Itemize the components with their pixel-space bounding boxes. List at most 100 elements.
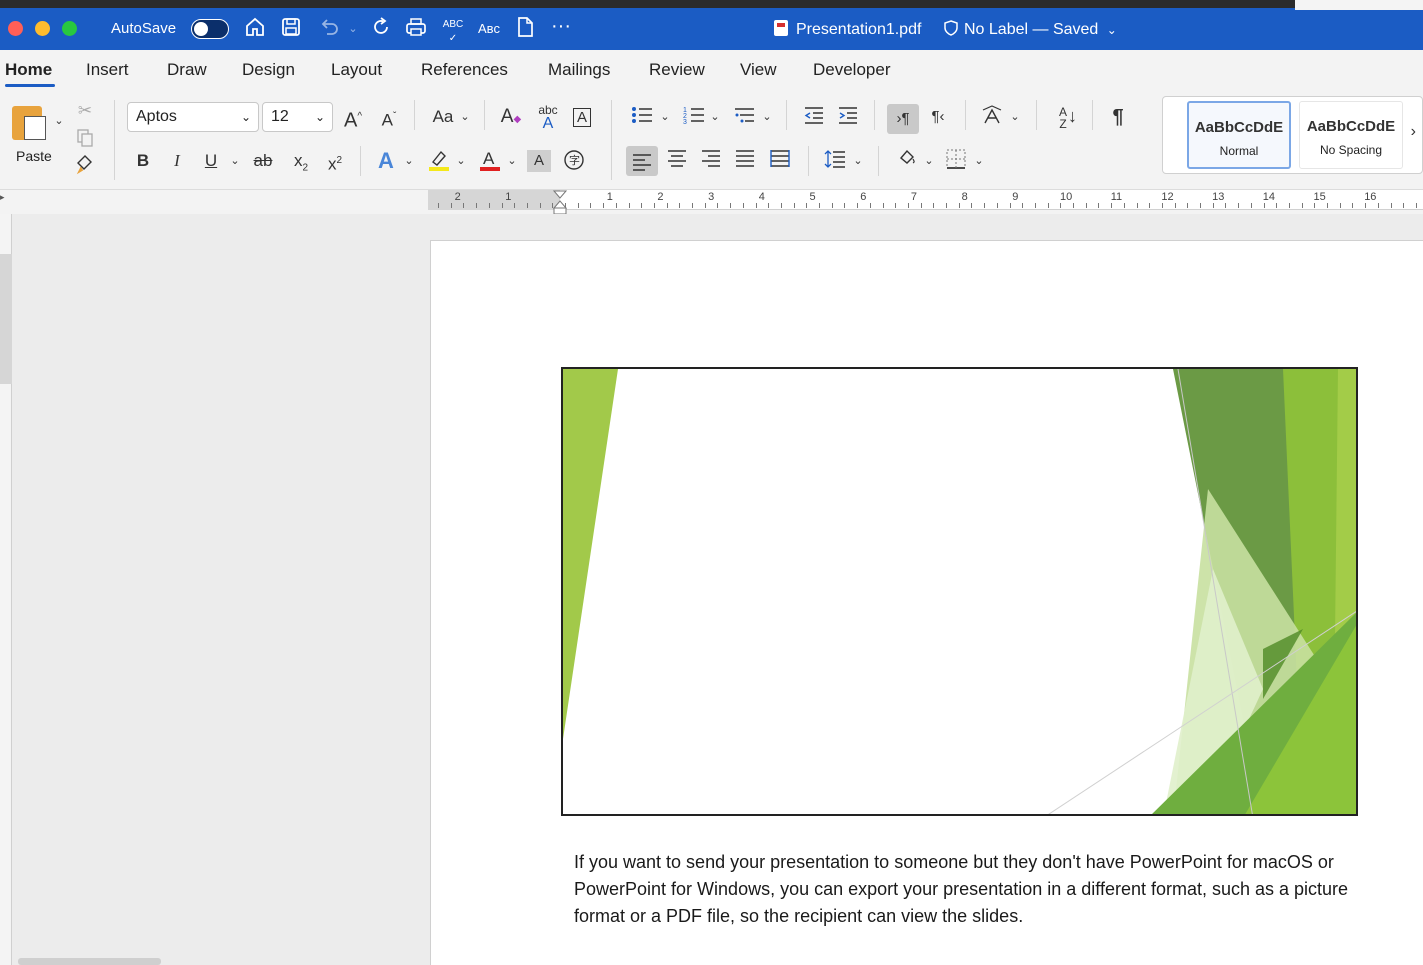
tab-review[interactable]: Review [649, 60, 705, 80]
chevron-down-icon[interactable]: ⌄ [922, 148, 936, 174]
character-shading-icon[interactable]: A [527, 150, 551, 172]
horizontal-ruler[interactable]: ▸ 2 1 1 2 3 4 5 6 7 8 9 10 11 12 13 14 15 16 [0, 190, 1423, 215]
ruler-tick [653, 203, 655, 208]
phonetic-guide-icon[interactable]: abc A [534, 104, 562, 132]
ruler-tick [1352, 203, 1354, 208]
bold-icon[interactable]: B [130, 148, 156, 174]
text-direction-icon[interactable] [978, 104, 1006, 130]
right-to-left-icon[interactable]: ¶‹ [925, 104, 951, 130]
subscript-icon[interactable]: x2 [288, 148, 314, 174]
align-left-icon[interactable] [626, 146, 658, 176]
close-window-button[interactable] [8, 21, 23, 36]
chevron-down-icon[interactable]: ⌄ [1008, 104, 1022, 130]
sort-icon[interactable]: A Z ↓ [1048, 104, 1078, 130]
line-spacing-icon[interactable] [821, 148, 849, 174]
ruler-tick [755, 203, 757, 208]
minimize-window-button[interactable] [35, 21, 50, 36]
ruler-tick [704, 203, 706, 208]
paste-options-chevron-icon[interactable]: ⌄ [52, 108, 66, 134]
increase-indent-icon[interactable] [834, 104, 862, 130]
borders-icon[interactable] [942, 148, 970, 174]
numbering-icon[interactable]: 123 [680, 104, 708, 130]
tab-view[interactable]: View [740, 60, 777, 80]
cut-icon[interactable]: ✂ [72, 98, 98, 124]
enclose-characters-icon[interactable]: 字 [560, 148, 588, 174]
document-icon[interactable] [512, 16, 538, 42]
text-effects-icon[interactable]: A [372, 148, 400, 174]
ruler-number: 14 [1262, 191, 1276, 203]
tab-design[interactable]: Design [242, 60, 295, 80]
spelling-icon[interactable]: ABC ✓ [440, 16, 466, 44]
autosave-toggle[interactable] [191, 19, 229, 39]
tab-draw[interactable]: Draw [167, 60, 207, 80]
chevron-down-icon[interactable]: ⌄ [505, 148, 519, 174]
home-icon[interactable] [242, 16, 268, 42]
italic-icon[interactable]: I [164, 148, 190, 174]
align-center-icon[interactable] [663, 148, 691, 174]
shading-icon[interactable] [893, 146, 921, 172]
grow-font-icon[interactable]: A^ [340, 104, 366, 132]
horizontal-scrollbar[interactable] [18, 958, 161, 965]
align-right-icon[interactable] [697, 148, 725, 174]
title-bar: AutoSave ⌄ ABC ✓ Aʙᴄ ··· Presentation1.pd… [0, 0, 1423, 50]
tab-references[interactable]: References [421, 60, 508, 80]
show-formatting-marks-icon[interactable]: ¶ [1104, 104, 1132, 130]
font-size-combo[interactable]: 12 ⌄ [262, 102, 333, 132]
body-paragraph[interactable]: If you want to send your presentation to… [574, 849, 1364, 930]
highlight-color-icon[interactable] [424, 148, 452, 174]
chevron-right-icon[interactable]: › [1411, 123, 1416, 141]
format-painter-icon[interactable] [72, 154, 98, 180]
superscript-icon[interactable]: x2 [322, 148, 348, 174]
ribbon-separator [1092, 100, 1093, 130]
style-no-spacing[interactable]: AaBbCcDdE No Spacing [1299, 101, 1403, 169]
underline-icon[interactable]: U [198, 148, 224, 174]
chevron-down-icon[interactable]: ⌄ [760, 104, 774, 130]
document-title-text: Presentation1.pdf [796, 21, 922, 38]
chevron-down-icon[interactable]: ⌄ [972, 148, 986, 174]
chevron-down-icon[interactable]: ⌄ [454, 148, 468, 174]
chevron-down-icon[interactable]: ⌄ [458, 104, 472, 130]
font-name-combo[interactable]: Aptos ⌄ [127, 102, 259, 132]
ruler-tick [1098, 203, 1100, 208]
chevron-down-icon[interactable]: ⌄ [228, 148, 242, 174]
ribbon-separator [874, 100, 875, 130]
slide-image[interactable] [561, 367, 1358, 816]
tab-insert[interactable]: Insert [86, 60, 129, 80]
character-border-icon[interactable]: A [569, 104, 595, 130]
vertical-ruler[interactable] [0, 214, 12, 965]
indent-marker[interactable] [552, 190, 568, 215]
strikethrough-icon[interactable]: ab [250, 148, 276, 174]
redo-icon[interactable] [368, 16, 394, 42]
chevron-down-icon[interactable]: ⌄ [402, 148, 416, 174]
copy-icon[interactable] [72, 128, 98, 154]
paste-sheet-icon [24, 116, 46, 140]
undo-icon[interactable] [316, 16, 342, 42]
left-to-right-icon[interactable]: ›¶ [887, 104, 919, 134]
ruler-tick [1301, 203, 1303, 208]
chevron-down-icon[interactable]: ⌄ [851, 148, 865, 174]
style-normal[interactable]: AaBbCcDdE Normal [1187, 101, 1291, 169]
clear-formatting-icon[interactable]: A◆ [498, 104, 524, 130]
tab-developer[interactable]: Developer [813, 60, 891, 80]
font-color-icon[interactable]: A [475, 148, 503, 174]
more-icon[interactable]: ··· [548, 16, 574, 42]
tab-layout[interactable]: Layout [331, 60, 382, 80]
save-icon[interactable] [278, 16, 304, 42]
undo-dropdown-icon[interactable]: ⌄ [340, 16, 366, 42]
chevron-down-icon[interactable]: ⌄ [658, 104, 672, 130]
tab-mailings[interactable]: Mailings [548, 60, 610, 80]
decrease-indent-icon[interactable] [800, 104, 828, 130]
shrink-font-icon[interactable]: Aˇ [376, 104, 402, 130]
chevron-down-icon[interactable]: ⌄ [708, 104, 722, 130]
print-icon[interactable] [403, 16, 429, 42]
sensitivity-label-menu[interactable]: No Label — Saved ⌄ [944, 20, 1117, 39]
multilevel-list-icon[interactable] [730, 104, 758, 130]
zoom-window-button[interactable] [62, 21, 77, 36]
distributed-icon[interactable] [766, 148, 794, 174]
justify-icon[interactable] [731, 148, 759, 174]
tab-home[interactable]: Home [5, 60, 52, 80]
change-case-button[interactable]: Aa [426, 104, 460, 130]
paste-button[interactable] [12, 102, 50, 140]
bullets-icon[interactable] [628, 104, 656, 130]
abc-icon[interactable]: Aʙᴄ [476, 16, 502, 42]
